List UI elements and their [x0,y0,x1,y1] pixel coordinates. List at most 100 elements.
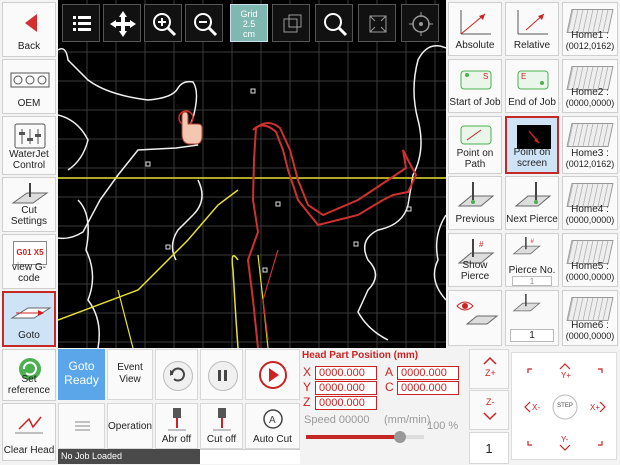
reset-button[interactable] [155,349,198,400]
waterjet-control-button[interactable]: WaterJet Control [2,116,56,175]
speed-slider-knob[interactable] [394,431,407,443]
previous-pierce-button[interactable]: Previous [448,176,502,230]
svg-text:S: S [483,72,488,81]
step-count-field[interactable]: 1 [469,432,509,464]
list-view-button[interactable] [58,403,105,449]
point-on-screen-button[interactable]: Point on screen [505,116,559,174]
goto-options-panel: Absolute S Start of Job Point on Path Pr… [446,0,620,348]
a-position-field[interactable]: 0000.000 [397,366,459,380]
goto-button[interactable]: Goto [2,291,56,347]
z-down-button[interactable]: Z- [469,390,509,430]
home-plate-icon [566,297,614,321]
y-minus-label: Y- [561,435,569,444]
cutting-head-icon [213,408,231,431]
y-label: Y [303,380,312,394]
home2-button[interactable]: Home2 : (0000,0000) [562,59,618,113]
pierce-number-field[interactable]: 1 [512,276,552,286]
xy-jog-pad[interactable]: Y+ Y- X- X+ STEP [511,352,617,460]
abrasive-off-button[interactable]: Abr off [155,403,198,449]
c-label: C [385,380,394,394]
list-menu-icon [73,16,91,31]
home5-button[interactable]: Home5 : (0000,0000) [562,233,618,287]
previous-pierce-icon [457,182,495,207]
goto-ready-button[interactable]: Goto Ready [58,349,105,400]
zoom-in-button[interactable] [144,4,182,42]
pierce-number-icon: # [512,237,541,255]
refresh-icon [170,367,185,382]
position-panel: Head Part Position (mm) X 0000.000 A 000… [302,348,468,465]
home1-button[interactable]: Home1 : (0012,0162) [562,2,618,56]
end-of-job-icon: E [517,70,549,90]
end-of-job-button[interactable]: E End of Job [505,59,559,113]
grid-size-button[interactable]: Grid 2.5 cm [230,4,268,42]
back-arrow-icon [25,14,37,32]
show-path-button[interactable] [448,290,502,346]
c-position-field[interactable]: 0000.000 [397,381,459,395]
zoom-search-button[interactable] [315,4,353,42]
cut-path-canvas[interactable] [58,0,446,348]
status-bar: No Job Loaded [58,449,200,464]
home-plate-icon [566,123,614,147]
pause-button[interactable] [200,349,243,400]
start-of-job-button[interactable]: S Start of Job [448,59,502,113]
menu-button[interactable] [62,4,100,42]
next-pierce-button[interactable]: Next Pierce [505,176,559,230]
y-position-field[interactable]: 0000.000 [315,381,377,395]
auto-cut-icon: A [263,409,283,429]
relative-axes-icon [517,10,548,35]
speed-percent: 100 % [427,420,459,432]
speed-slider[interactable] [306,431,424,443]
abrasive-nozzle-icon [168,408,186,431]
pierce-number-button[interactable]: # Pierce No. 1 [505,233,559,287]
svg-text:A: A [269,415,276,426]
hand-pointer-icon [178,110,203,145]
point-on-path-button[interactable]: Point on Path [448,116,502,174]
clear-head-button[interactable]: Clear Head [2,403,56,461]
oem-button[interactable]: OEM [2,59,56,114]
status-bar-blank [200,449,300,464]
chevron-down-icon [483,412,497,421]
back-button[interactable]: Back [2,2,56,57]
view-gcode-button[interactable]: G01 X5 view G-code [2,234,56,289]
relative-button[interactable]: Relative [505,2,559,56]
clear-head-icon [15,416,43,434]
step-button[interactable]: STEP [554,403,576,409]
z-position-field[interactable]: 0000.000 [315,396,377,410]
oem-parts-icon [10,72,50,88]
home3-button[interactable]: Home3 : (0012,0162) [562,116,618,174]
start-button[interactable] [245,349,300,400]
absolute-button[interactable]: Absolute [448,2,502,56]
zoom-out-icon [194,13,218,37]
play-icon [259,361,287,389]
show-pierce-button[interactable]: # Show Pierce [448,233,502,287]
x-position-field[interactable]: 0000.000 [315,366,377,380]
home4-button[interactable]: Home4 : (0000,0000) [562,176,618,230]
svg-text:#: # [479,240,484,249]
absolute-axes-icon [460,10,491,35]
home6-button[interactable]: Home6 : (0000,0000) [562,290,618,346]
goto-pierce-field[interactable]: 1 [510,329,554,342]
zoom-in-icon [153,13,177,37]
fullscreen-button[interactable] [358,4,396,42]
auto-cut-button[interactable]: A Auto Cut [245,403,300,449]
event-view-button[interactable]: Event View [107,349,153,400]
lines-icon [75,421,90,431]
operation-button[interactable]: Operation [107,403,153,449]
z-up-button[interactable]: Z+ [469,349,509,389]
cut-settings-button[interactable]: Cut Settings [2,177,56,232]
zoom-out-button[interactable] [185,4,223,42]
pierce-number-label: Pierce No. [508,265,556,276]
goto-icon [10,307,52,319]
fit-window-button[interactable] [272,4,310,42]
goto-pierce-button[interactable]: 1 [505,290,559,346]
a-label: A [385,365,394,379]
left-sidebar: Back OEM WaterJet Control Cut Settings G… [0,0,58,465]
cut-off-button[interactable]: Cut off [200,403,243,449]
view-toolbar: Grid 2.5 cm [62,4,442,42]
svg-text:#: # [530,238,534,245]
center-target-button[interactable] [401,4,439,42]
speed-slider-fill [306,435,401,439]
set-reference-button[interactable]: Set reference [2,349,56,401]
pan-button[interactable] [103,4,141,42]
path-preview[interactable] [58,0,446,348]
